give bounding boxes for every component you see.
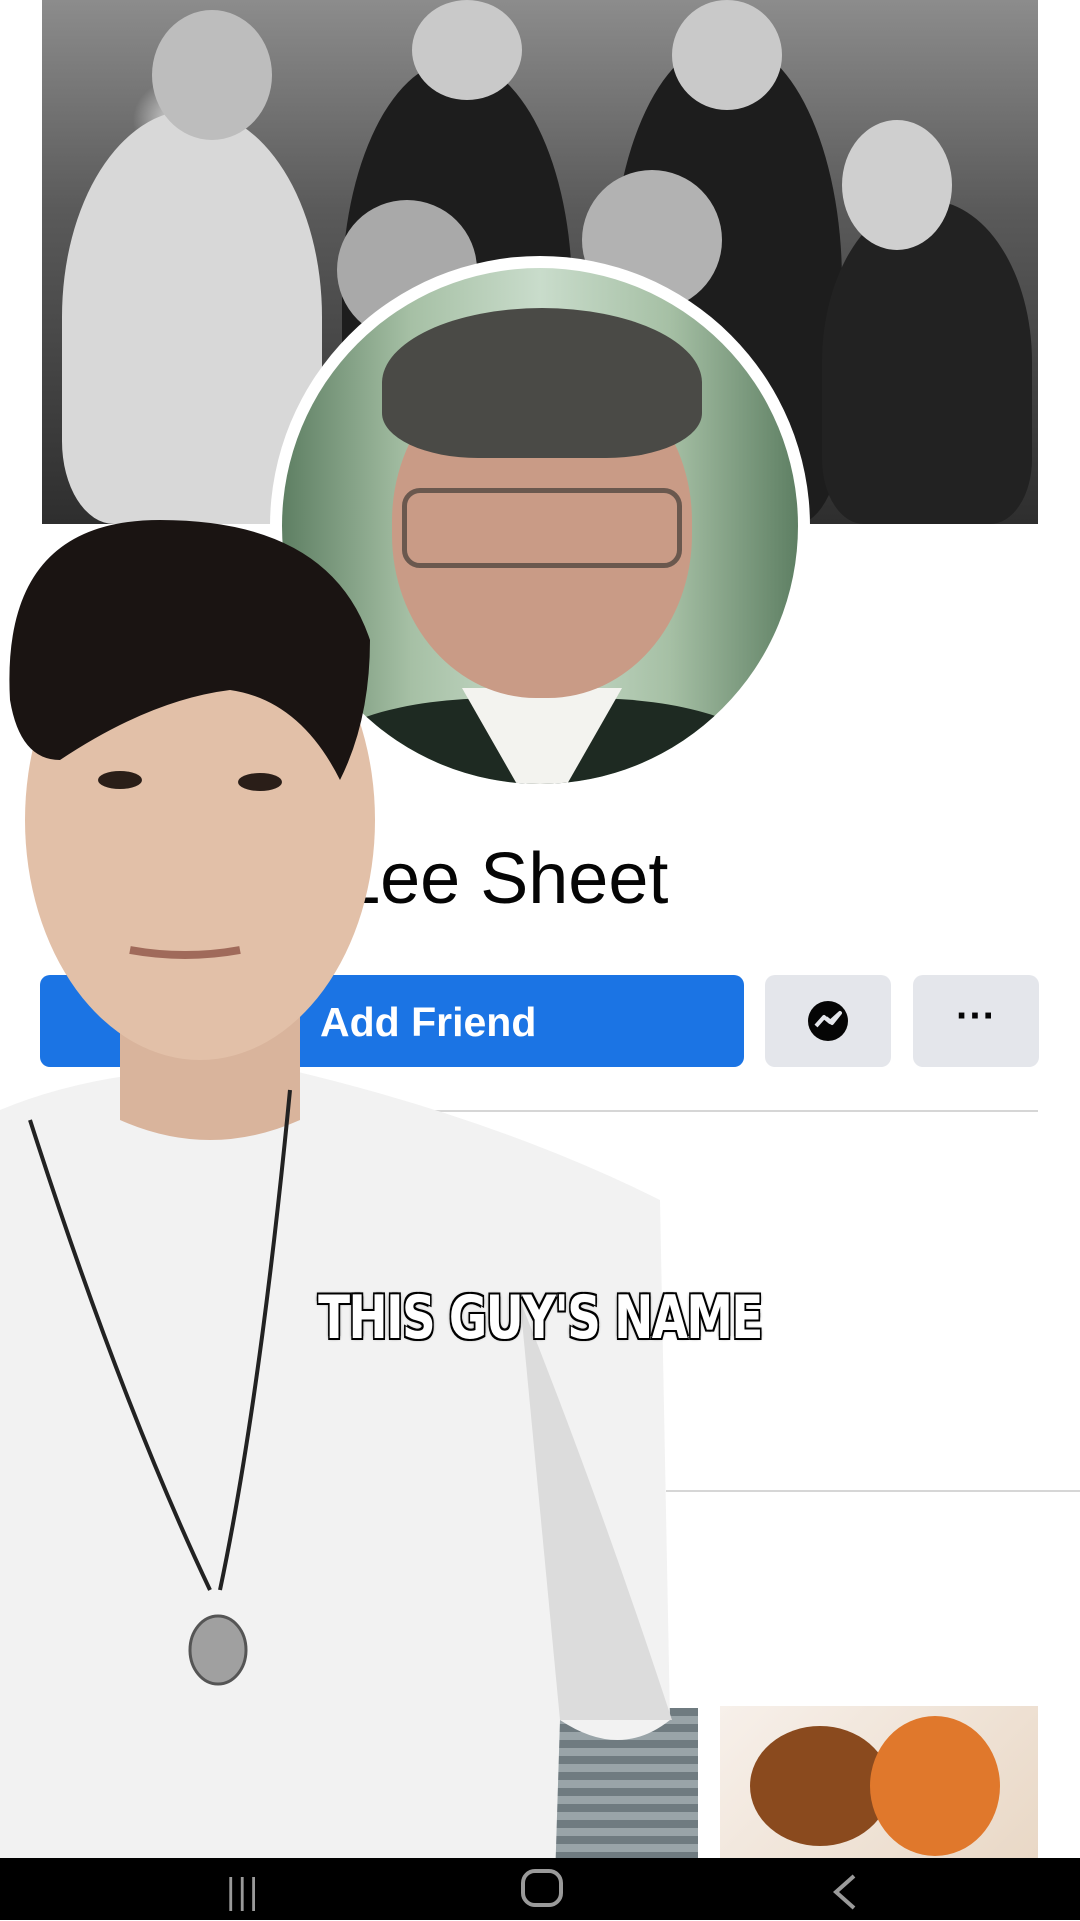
photo-thumbnail[interactable] [520,1708,698,1858]
more-options-button[interactable]: ··· [913,975,1039,1067]
messenger-icon [808,1001,848,1041]
profile-picture[interactable] [270,256,810,796]
add-friend-button[interactable]: Add Friend [40,975,744,1067]
home-icon[interactable] [520,1868,564,1917]
video-caption: THIS GUY'S NAME [318,1283,763,1353]
section-divider [666,1490,1080,1492]
avatar-image [282,268,798,784]
recents-icon[interactable]: ||| [225,1872,259,1912]
photo-thumbnail[interactable] [720,1706,1038,1858]
section-divider [40,1110,1038,1112]
message-button[interactable] [765,975,891,1067]
system-navigation-bar: ||| [0,1858,1080,1920]
profile-name: oo Lee Sheet [240,839,669,919]
back-icon[interactable] [830,1872,860,1921]
